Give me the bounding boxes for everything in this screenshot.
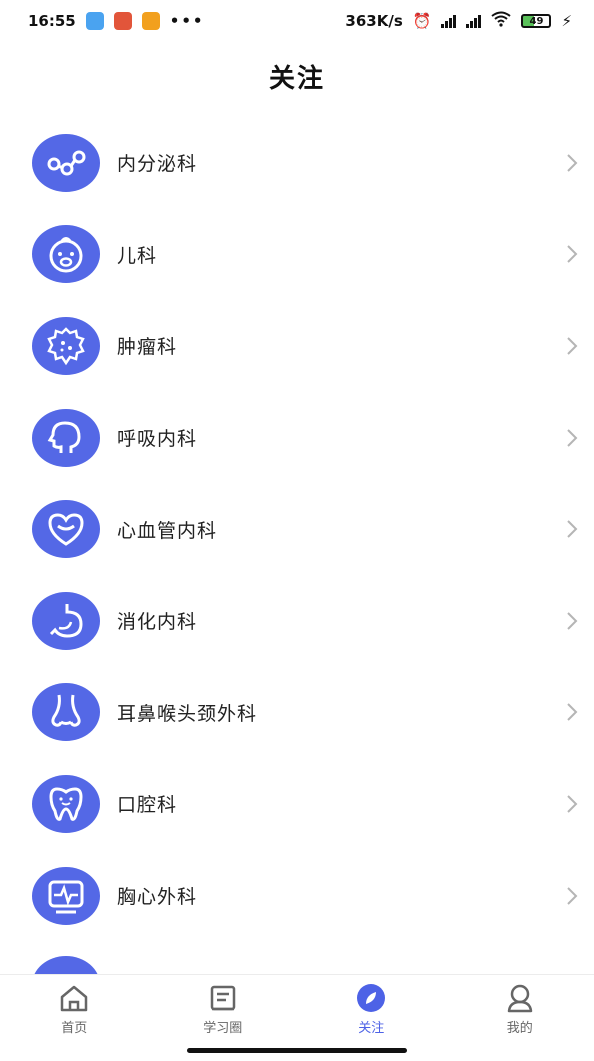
tab-home[interactable]: 首页 xyxy=(0,975,149,1045)
chevron-right-icon xyxy=(567,703,578,722)
tooth-icon xyxy=(32,774,100,833)
app-notification-icon xyxy=(85,12,104,30)
charging-icon: ⚡ xyxy=(561,12,572,30)
app-notification-icon xyxy=(113,12,132,30)
bottom-tab-bar: 首页 学习圈 关注 我的 xyxy=(0,974,594,1045)
list-item[interactable]: 内分泌科 xyxy=(0,117,594,209)
chevron-right-icon xyxy=(567,520,578,538)
list-item[interactable]: 消化内科 xyxy=(0,575,594,667)
department-list: 内分泌科 儿科 肿瘤科 呼吸内科 心血管内科 消化内科 耳鼻喉头颈外科 口腔科 … xyxy=(0,117,594,941)
signal-icon xyxy=(466,14,482,28)
list-item[interactable]: 心血管内科 xyxy=(0,483,594,575)
status-time: 16:55 xyxy=(28,12,76,30)
heart-monitor-icon xyxy=(32,866,100,925)
tab-mine[interactable]: 我的 xyxy=(446,975,594,1045)
tab-label: 关注 xyxy=(358,1021,385,1036)
chevron-right-icon xyxy=(567,612,578,630)
nose-icon xyxy=(32,683,100,742)
baby-face-icon xyxy=(32,225,100,284)
chevron-right-icon xyxy=(567,245,578,264)
list-item[interactable]: 儿科 xyxy=(0,209,594,301)
alarm-icon: ⏰ xyxy=(412,12,432,30)
weibo-icon xyxy=(141,12,160,30)
battery-level: 49 xyxy=(529,15,544,27)
tab-study-circle[interactable]: 学习圈 xyxy=(149,975,298,1045)
home-icon xyxy=(61,985,88,1012)
chevron-right-icon xyxy=(567,337,578,355)
tab-label: 我的 xyxy=(506,1021,533,1036)
tab-follow[interactable]: 关注 xyxy=(297,975,446,1045)
home-indicator[interactable] xyxy=(187,1048,407,1053)
list-item[interactable]: 呼吸内科 xyxy=(0,392,594,484)
chevron-right-icon xyxy=(567,154,578,172)
chevron-right-icon xyxy=(567,795,578,813)
department-label: 口腔科 xyxy=(117,794,178,817)
list-item-partial[interactable] xyxy=(32,956,100,976)
tab-label: 学习圈 xyxy=(203,1021,243,1036)
list-item[interactable]: 肿瘤科 xyxy=(0,300,594,392)
user-icon xyxy=(507,984,532,1013)
wifi-icon xyxy=(491,11,512,31)
stomach-icon xyxy=(32,591,100,650)
tab-label: 首页 xyxy=(61,1021,88,1036)
department-icon xyxy=(32,956,100,976)
department-label: 呼吸内科 xyxy=(117,428,198,451)
heart-icon xyxy=(32,500,100,559)
list-item[interactable]: 口腔科 xyxy=(0,758,594,850)
more-notifications-icon: ••• xyxy=(169,12,205,30)
chevron-right-icon xyxy=(567,428,578,447)
department-label: 肿瘤科 xyxy=(117,336,178,359)
department-label: 儿科 xyxy=(117,244,158,267)
department-label: 消化内科 xyxy=(117,611,198,634)
department-label: 内分泌科 xyxy=(117,153,198,176)
department-label: 胸心外科 xyxy=(117,886,198,909)
department-label: 心血管内科 xyxy=(117,519,218,542)
list-item[interactable]: 耳鼻喉头颈外科 xyxy=(0,667,594,759)
compass-icon xyxy=(357,984,386,1012)
tumor-cell-icon xyxy=(32,316,100,375)
list-item[interactable]: 胸心外科 xyxy=(0,850,594,942)
document-icon xyxy=(210,985,235,1011)
battery-icon: 49 xyxy=(521,14,552,28)
chevron-right-icon xyxy=(567,886,578,905)
head-profile-icon xyxy=(32,408,100,467)
signal-icon xyxy=(441,14,457,28)
department-label: 耳鼻喉头颈外科 xyxy=(117,702,258,725)
molecule-icon xyxy=(32,133,100,192)
network-speed: 363K/s xyxy=(345,12,403,30)
status-bar: 16:55 ••• 363K/s ⏰ 49 ⚡ xyxy=(0,0,594,42)
page-title: 关注 xyxy=(268,64,325,94)
